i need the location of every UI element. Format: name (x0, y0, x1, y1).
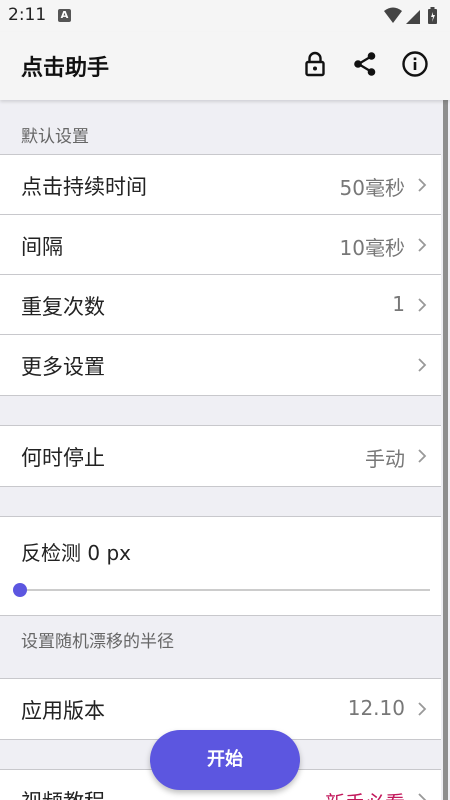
row-click-duration[interactable]: 点击持续时间 50毫秒 (0, 155, 441, 215)
section-header-default-settings: 默认设置 (21, 127, 89, 147)
chevron-right-icon (418, 178, 427, 192)
lock-icon[interactable] (301, 50, 329, 78)
row-label: 应用版本 (21, 699, 105, 723)
row-value: 新手必看 (325, 787, 405, 800)
share-icon[interactable] (351, 50, 379, 78)
anti-detect-description: 设置随机漂移的半径 (21, 632, 174, 652)
row-value: 10毫秒 (339, 236, 405, 260)
app-title: 点击助手 (21, 56, 110, 81)
status-time: 2:11 (8, 5, 47, 25)
chevron-right-icon (418, 702, 427, 716)
row-value: 手动 (365, 447, 405, 471)
chevron-right-icon (418, 298, 427, 312)
start-button[interactable]: 开始 (150, 730, 300, 790)
anti-detect-label: 反检测 0 px (21, 541, 131, 565)
row-label: 点击持续时间 (21, 175, 147, 199)
chevron-right-icon (418, 793, 427, 800)
row-label: 视频教程 (21, 786, 105, 800)
row-label: 何时停止 (21, 446, 105, 470)
battery-icon (428, 7, 437, 24)
row-value: 1 (392, 292, 405, 316)
row-label: 重复次数 (21, 295, 105, 319)
chevron-right-icon (418, 358, 427, 372)
anti-detect-group: 反检测 0 px (0, 516, 441, 616)
status-bar: 2:11 A (0, 0, 450, 32)
info-icon[interactable] (401, 50, 429, 78)
chevron-right-icon (418, 449, 427, 463)
row-interval[interactable]: 间隔 10毫秒 (0, 215, 441, 275)
slider-thumb[interactable] (13, 583, 27, 597)
signal-icon (406, 10, 420, 24)
app-bar: 点击助手 (0, 32, 450, 100)
row-when-to-stop[interactable]: 何时停止 手动 (0, 426, 441, 486)
row-more-settings[interactable]: 更多设置 (0, 335, 441, 395)
row-value: 12.10 (347, 696, 405, 720)
row-label: 更多设置 (21, 355, 105, 379)
default-settings-group: 点击持续时间 50毫秒 间隔 10毫秒 重复次数 1 更多设置 (0, 154, 441, 396)
chevron-right-icon (418, 238, 427, 252)
row-label: 间隔 (21, 235, 63, 259)
status-icons (382, 6, 442, 30)
scrollbar[interactable] (443, 100, 448, 800)
stop-group: 何时停止 手动 (0, 425, 441, 487)
anti-detect-slider[interactable] (13, 583, 430, 597)
wifi-icon (384, 7, 402, 23)
row-value: 50毫秒 (339, 176, 405, 200)
settings-list[interactable]: 默认设置 点击持续时间 50毫秒 间隔 10毫秒 重复次数 1 更多设置 何时停… (0, 100, 450, 800)
notification-icon: A (58, 9, 71, 22)
row-repeat-count[interactable]: 重复次数 1 (0, 275, 441, 335)
